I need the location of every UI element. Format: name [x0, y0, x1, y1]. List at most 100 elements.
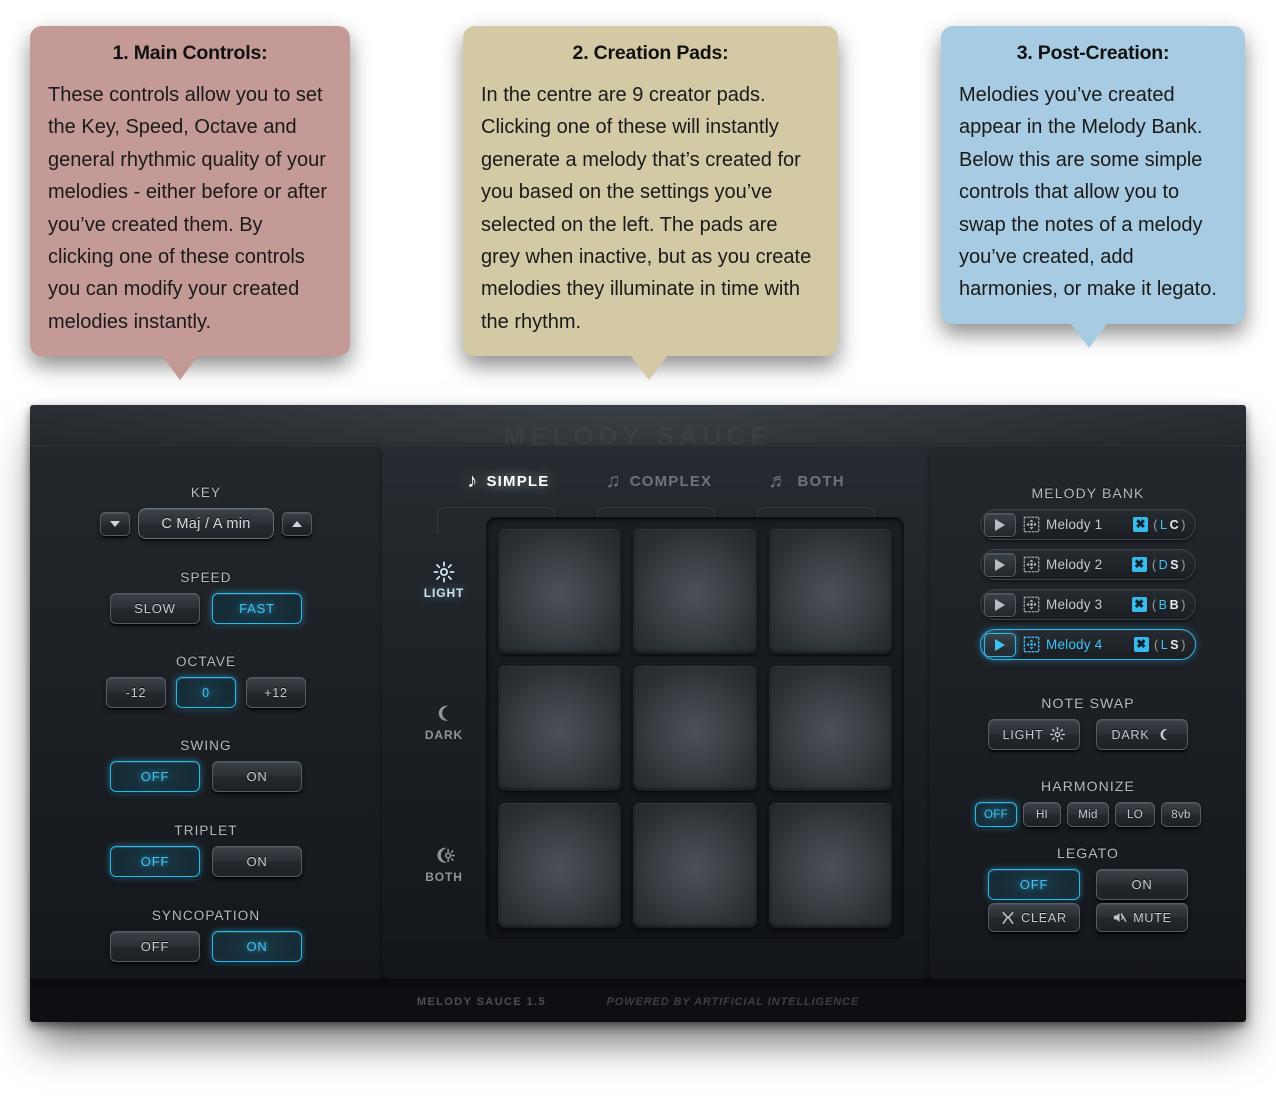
- callout-creation-pads-tail: [631, 356, 667, 381]
- pad-row-labels: LIGHT DARK BOTH: [402, 523, 499, 935]
- drag-handle-icon[interactable]: [1023, 596, 1040, 613]
- pad-type-tabs: ♪ SIMPLE ♫ COMPLEX ♬ BOTH: [382, 469, 930, 493]
- harmonize-option-hi[interactable]: HI: [1023, 802, 1061, 827]
- play-icon[interactable]: [984, 592, 1016, 617]
- play-icon[interactable]: [984, 512, 1016, 537]
- clear-x-icon: [1002, 911, 1014, 924]
- note-swap-label: NOTE SWAP: [1041, 695, 1135, 711]
- callout-creation-pads: 2. Creation Pads: In the centre are 9 cr…: [463, 26, 838, 381]
- speed-control-group: SPEED SLOW FAST: [30, 570, 382, 624]
- tab-simple-label: SIMPLE: [486, 472, 550, 490]
- note-swap-light-label: LIGHT: [1002, 727, 1044, 742]
- swing-label: SWING: [180, 738, 232, 753]
- mute-speaker-icon: [1114, 913, 1127, 922]
- footer-tagline: POWERED BY ARTIFICIAL INTELLIGENCE: [606, 996, 860, 1008]
- tab-complex[interactable]: ♫ COMPLEX: [601, 469, 716, 493]
- key-next-button[interactable]: [282, 511, 312, 536]
- harmonize-option-mid[interactable]: Mid: [1067, 802, 1109, 827]
- speed-option-slow[interactable]: SLOW: [110, 593, 200, 624]
- syncopation-option-off[interactable]: OFF: [110, 931, 200, 962]
- note-swap-light-button[interactable]: LIGHT: [988, 719, 1080, 750]
- drag-handle-icon[interactable]: [1023, 636, 1040, 653]
- midi-drag-x-icon[interactable]: ✖: [1133, 637, 1149, 652]
- creation-pad-1[interactable]: [498, 529, 622, 654]
- syncopation-option-on[interactable]: ON: [212, 931, 302, 962]
- harmonize-option-off[interactable]: OFF: [975, 802, 1017, 827]
- moon-icon: [438, 705, 449, 721]
- legato-option-off[interactable]: OFF: [988, 869, 1080, 900]
- melody-sauce-plugin-window: MELODY SAUCE KEY C Maj / A min SPEED: [30, 405, 1246, 1022]
- speed-label: SPEED: [180, 570, 232, 585]
- creation-pad-7[interactable]: [498, 803, 622, 928]
- pad-row-label-dark-text: DARK: [424, 728, 464, 742]
- octave-option-zero[interactable]: 0: [176, 677, 236, 708]
- legato-option-on[interactable]: ON: [1096, 869, 1188, 900]
- swing-option-off[interactable]: OFF: [110, 761, 200, 792]
- drag-handle-icon[interactable]: [1023, 516, 1040, 533]
- key-value-display[interactable]: C Maj / A min: [138, 508, 274, 539]
- triplet-label: TRIPLET: [174, 823, 238, 838]
- footer-product-name: MELODY SAUCE 1.5: [416, 996, 547, 1008]
- clear-button-label: CLEAR: [1021, 910, 1067, 925]
- melody-row-1-name: Melody 1: [1046, 517, 1103, 532]
- key-control-group: KEY C Maj / A min: [30, 485, 382, 539]
- pad-row-label-light-text: LIGHT: [423, 586, 465, 600]
- melody-row-1-tag-b: C: [1169, 517, 1180, 532]
- key-prev-button[interactable]: [100, 511, 130, 536]
- creation-pad-5[interactable]: [633, 666, 757, 791]
- beamed-three-notes-icon: ♬: [768, 470, 790, 492]
- creation-pad-8[interactable]: [633, 803, 757, 928]
- callout-creation-pads-body: In the centre are 9 creator pads. Clicki…: [481, 84, 812, 333]
- triplet-option-off[interactable]: OFF: [110, 846, 200, 877]
- octave-option-minus12[interactable]: -12: [106, 677, 166, 708]
- swing-option-on[interactable]: ON: [212, 761, 302, 792]
- callout-post-creation-body: Melodies you’ve created appear in the Me…: [959, 84, 1217, 301]
- mute-button[interactable]: MUTE: [1096, 903, 1188, 932]
- melody-row-2-tag-b: S: [1170, 557, 1180, 572]
- play-icon[interactable]: [984, 552, 1016, 577]
- tab-simple[interactable]: ♪ SIMPLE: [463, 469, 553, 493]
- syncopation-label: SYNCOPATION: [151, 908, 261, 923]
- triplet-control-group: TRIPLET OFF ON: [30, 823, 382, 877]
- tab-both[interactable]: ♬ BOTH: [764, 469, 849, 493]
- tab-both-label: BOTH: [797, 472, 845, 490]
- pad-row-label-both: BOTH: [402, 845, 486, 884]
- harmonize-option-8vb[interactable]: 8vb: [1161, 802, 1201, 827]
- creation-pad-4[interactable]: [498, 666, 622, 791]
- callout-main-controls-tail: [162, 356, 198, 381]
- action-buttons-group: CLEAR MUTE: [930, 903, 1246, 932]
- melody-row-3[interactable]: Melody 3 ✖ ( B B ): [980, 589, 1196, 620]
- triangle-down-icon: [110, 520, 120, 527]
- sun-moon-icon: [437, 847, 455, 863]
- creation-pad-9[interactable]: [768, 803, 892, 928]
- syncopation-control-group: SYNCOPATION OFF ON: [30, 908, 382, 962]
- octave-label: OCTAVE: [175, 654, 237, 669]
- melody-row-2[interactable]: Melody 2 ✖ ( D S ): [980, 549, 1196, 580]
- midi-drag-x-icon[interactable]: ✖: [1133, 517, 1149, 532]
- callout-post-creation-title: 3. Post-Creation:: [1016, 42, 1170, 64]
- melody-row-3-name: Melody 3: [1046, 597, 1103, 612]
- moon-icon: [1161, 728, 1168, 740]
- triplet-option-on[interactable]: ON: [212, 846, 302, 877]
- callout-creation-pads-title: 2. Creation Pads:: [572, 42, 729, 64]
- octave-option-plus12[interactable]: +12: [246, 677, 306, 708]
- creation-pad-3[interactable]: [768, 529, 892, 654]
- creation-pad-2[interactable]: [633, 529, 757, 654]
- melody-bank-group: MELODY BANK Melody 1 ✖ ( L C ) Melody 2 …: [930, 485, 1246, 669]
- clear-button[interactable]: CLEAR: [988, 903, 1080, 932]
- midi-drag-x-icon[interactable]: ✖: [1131, 597, 1147, 612]
- speed-option-fast[interactable]: FAST: [212, 593, 302, 624]
- play-icon[interactable]: [984, 632, 1016, 657]
- key-label: KEY: [190, 485, 222, 500]
- drag-handle-icon[interactable]: [1023, 556, 1040, 573]
- creation-pad-6[interactable]: [768, 666, 892, 791]
- sun-icon: [1050, 727, 1066, 742]
- legato-label: LEGATO: [1056, 845, 1120, 861]
- melody-row-1[interactable]: Melody 1 ✖ ( L C ): [980, 509, 1196, 540]
- note-swap-dark-button[interactable]: DARK: [1096, 719, 1188, 750]
- creation-pad-grid: [486, 517, 904, 940]
- midi-drag-x-icon[interactable]: ✖: [1131, 557, 1147, 572]
- harmonize-option-lo[interactable]: LO: [1115, 802, 1155, 827]
- melody-row-4[interactable]: Melody 4 ✖ ( L S ): [980, 629, 1196, 660]
- main-controls-panel: KEY C Maj / A min SPEED SLOW FAST OCTAVE…: [30, 445, 382, 980]
